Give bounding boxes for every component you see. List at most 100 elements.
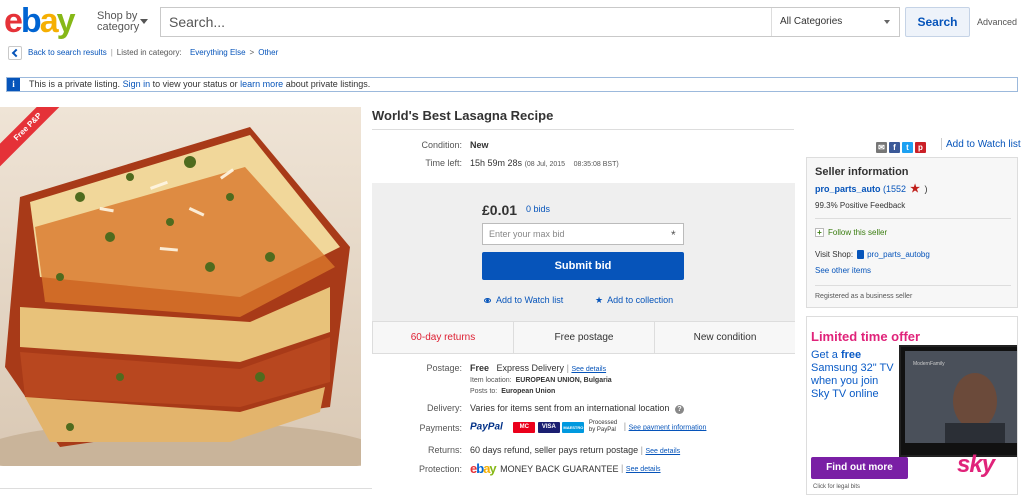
ad-free: free bbox=[840, 349, 862, 361]
see-payment-information-link[interactable]: See payment information bbox=[629, 424, 707, 431]
add-to-collection-link[interactable]: ★ Add to collection bbox=[595, 295, 673, 306]
protection-see-details-link[interactable]: See details bbox=[626, 466, 661, 473]
seller-score-close: ) bbox=[924, 184, 928, 194]
required-asterisk: * bbox=[671, 228, 676, 242]
positive-feedback: 99.3% Positive Feedback bbox=[815, 201, 906, 210]
category-label: category bbox=[97, 21, 140, 33]
share-icons: ✉ f t p bbox=[876, 139, 928, 154]
time-left-label: Time left: bbox=[425, 158, 462, 168]
bid-watch-label: Add to Watch list bbox=[496, 295, 564, 305]
sign-in-link[interactable]: Sign in bbox=[123, 79, 151, 89]
breadcrumb-category-other[interactable]: Other bbox=[258, 48, 278, 57]
seller-divider bbox=[815, 218, 1011, 219]
tv-brand-text: ModernFamily bbox=[913, 361, 945, 367]
bid-box: £0.01 0 bids * Submit bid Add to Watch l… bbox=[372, 183, 795, 321]
logo-a: a bbox=[39, 2, 59, 40]
postage-label: Postage: bbox=[426, 363, 462, 373]
mastercard-icon: MC bbox=[513, 421, 536, 433]
seller-score-link[interactable]: (1552 bbox=[883, 184, 906, 194]
back-to-search-link[interactable]: Back to search results bbox=[28, 48, 107, 57]
ad-line2: Samsung 32" TV bbox=[811, 362, 894, 374]
listed-in-label: Listed in category: bbox=[116, 48, 182, 57]
see-other-items-link[interactable]: See other items bbox=[815, 266, 871, 275]
postage-method: Express Delivery bbox=[496, 363, 565, 373]
returns-see-details-link[interactable]: See details bbox=[645, 448, 680, 455]
facebook-icon[interactable]: f bbox=[889, 142, 900, 154]
breadcrumb-separator: > bbox=[249, 48, 255, 57]
processed-line1: Processed bbox=[588, 420, 618, 426]
item-location: Item location: EUROPEAN UNION, Bulgaria bbox=[470, 377, 612, 384]
shop-by-category-button[interactable]: Shop by category bbox=[97, 11, 139, 33]
category-select[interactable]: All Categories bbox=[771, 8, 900, 36]
maestro-icon: MAESTRO bbox=[562, 421, 585, 433]
delivery-value: Varies for items sent from an internatio… bbox=[470, 403, 684, 414]
returns-value: 60 days refund, seller pays return posta… bbox=[470, 445, 681, 455]
shop-name-link[interactable]: pro_parts_autobg bbox=[867, 250, 930, 259]
category-select-value: All Categories bbox=[780, 16, 843, 27]
add-to-collection-label: Add to collection bbox=[607, 295, 674, 305]
product-image[interactable]: Free P&P bbox=[0, 107, 361, 466]
share-divider bbox=[941, 138, 942, 150]
lasagna-photo bbox=[0, 107, 361, 466]
notice-text-middle: to view your status or bbox=[152, 79, 238, 89]
find-out-more-button[interactable]: Find out more bbox=[811, 457, 908, 479]
search-input[interactable] bbox=[161, 8, 771, 36]
returns-text: 60 days refund, seller pays return posta… bbox=[470, 445, 639, 455]
learn-more-link[interactable]: learn more bbox=[240, 79, 283, 89]
seller-name-link[interactable]: pro_parts_auto bbox=[815, 184, 881, 194]
time-left-value: 15h 59m 28s (08 Jul, 2015 08:35:08 BST) bbox=[470, 158, 619, 168]
feature-strip: 60-day returns Free postage New conditio… bbox=[372, 321, 795, 354]
postage-see-details-link[interactable]: See details bbox=[571, 366, 606, 373]
time-left-date: (08 Jul, 2015 bbox=[524, 161, 566, 168]
listing-title: World's Best Lasagna Recipe bbox=[372, 108, 554, 123]
delivery-text: Varies for items sent from an internatio… bbox=[470, 403, 670, 413]
search-bar: All Categories bbox=[160, 7, 900, 37]
follow-seller-link[interactable]: + Follow this seller bbox=[815, 228, 888, 238]
ebay-logo[interactable]: ebay bbox=[4, 2, 76, 40]
bids-count-link[interactable]: 0 bids bbox=[526, 204, 550, 214]
max-bid-input[interactable] bbox=[482, 223, 684, 245]
feature-returns: 60-day returns bbox=[373, 322, 514, 353]
sky-logo: sky bbox=[957, 451, 995, 478]
protection-label: Protection: bbox=[418, 464, 462, 474]
private-listing-notice: i This is a private listing. Sign in to … bbox=[6, 77, 1018, 92]
bid-add-to-watch-list-link[interactable]: Add to Watch list bbox=[484, 295, 563, 305]
email-icon[interactable]: ✉ bbox=[876, 142, 887, 154]
condition-label: Condition: bbox=[421, 140, 462, 150]
back-arrow-icon[interactable] bbox=[8, 45, 22, 60]
seller-heading: Seller information bbox=[815, 166, 909, 178]
add-to-watch-list-link[interactable]: Add to Watch list bbox=[946, 139, 1021, 150]
notice-text-before: This is a private listing. bbox=[29, 79, 121, 89]
logo-e: e bbox=[4, 2, 23, 40]
follow-seller-label: Follow this seller bbox=[828, 228, 888, 237]
notice-text-after: about private listings. bbox=[285, 79, 371, 89]
submit-bid-button[interactable]: Submit bid bbox=[482, 252, 684, 280]
time-left-countdown: 15h 59m 28s bbox=[470, 158, 523, 168]
chevron-down-icon bbox=[140, 19, 148, 24]
title-divider bbox=[372, 129, 794, 130]
sky-advertisement[interactable]: Limited time offer Get a free Samsung 32… bbox=[806, 316, 1018, 495]
notice-text: This is a private listing. Sign in to vi… bbox=[29, 78, 370, 91]
breadcrumb-category-everything-else[interactable]: Everything Else bbox=[190, 48, 246, 57]
seller-name-row: pro_parts_auto (1552 ★ ) bbox=[815, 182, 927, 195]
chevron-down-icon bbox=[884, 20, 890, 24]
thumbnail-strip bbox=[0, 488, 372, 497]
search-button[interactable]: Search bbox=[905, 7, 970, 37]
twitter-icon[interactable]: t bbox=[902, 142, 913, 154]
ad-line1: Get a bbox=[811, 349, 838, 361]
visit-shop-row: Visit Shop: pro_parts_autobg bbox=[815, 250, 930, 260]
pinterest-icon[interactable]: p bbox=[915, 142, 926, 154]
ad-headline: Limited time offer bbox=[811, 329, 921, 344]
ad-legal-link[interactable]: Click for legal bits bbox=[813, 484, 860, 490]
posts-to: Posts to: European Union bbox=[470, 388, 555, 395]
processed-by-paypal: Processed by PayPal bbox=[589, 420, 617, 434]
logo-y: y bbox=[56, 2, 76, 40]
ad-line4: Sky TV online bbox=[811, 388, 879, 400]
header: ebay Shop by category All Categories Sea… bbox=[0, 0, 1024, 44]
ad-line3: when you join bbox=[811, 375, 879, 387]
payments-label: Payments: bbox=[419, 423, 462, 433]
money-back-guarantee: MONEY BACK GUARANTEE bbox=[500, 463, 619, 474]
info-icon: i bbox=[7, 78, 20, 91]
help-icon[interactable]: ? bbox=[674, 405, 684, 414]
advanced-search-link[interactable]: Advanced bbox=[977, 17, 1017, 27]
